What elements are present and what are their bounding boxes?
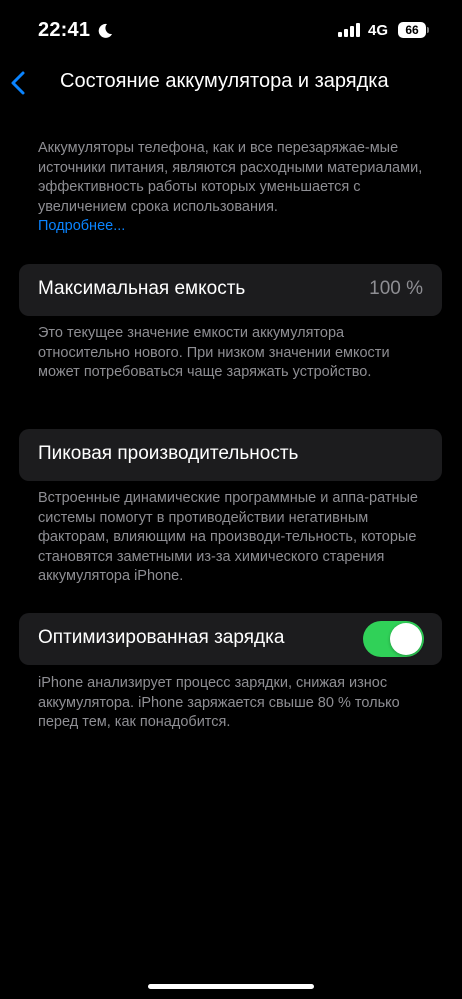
signal-icon bbox=[338, 23, 360, 37]
max-capacity-value: 100 % bbox=[369, 278, 423, 299]
max-capacity-row: Максимальная емкость 100 % bbox=[19, 264, 442, 316]
optimized-charging-footer: iPhone анализирует процесс зарядки, сниж… bbox=[38, 675, 400, 730]
optimized-charging-toggle[interactable] bbox=[363, 621, 424, 657]
intro-text: Аккумуляторы телефона, как и все перезар… bbox=[38, 140, 423, 215]
status-time: 22:41 bbox=[38, 19, 91, 41]
status-bar: 22:41 4G 66 bbox=[0, 0, 462, 60]
network-type: 4G bbox=[368, 22, 389, 39]
peak-performance-label: Пиковая производительность bbox=[38, 443, 299, 464]
optimized-charging-row: Оптимизированная зарядка bbox=[19, 613, 442, 665]
max-capacity-footer: Это текущее значение емкости аккумулятор… bbox=[38, 325, 390, 380]
learn-more-link[interactable]: Подробнее... bbox=[38, 217, 430, 237]
intro-description: Аккумуляторы телефона, как и все перезар… bbox=[38, 139, 430, 237]
max-capacity-label: Максимальная емкость bbox=[38, 278, 246, 299]
back-chevron-icon[interactable] bbox=[8, 70, 28, 96]
page-title: Состояние аккумулятора и зарядка bbox=[60, 70, 389, 92]
moon-icon bbox=[98, 23, 112, 38]
battery-tip bbox=[427, 27, 429, 33]
peak-performance-footer: Встроенные динамические программные и ап… bbox=[38, 490, 418, 584]
battery-icon: 66 bbox=[398, 22, 426, 38]
navigation-bar: Состояние аккумулятора и зарядка bbox=[0, 60, 462, 106]
peak-performance-row: Пиковая производительность bbox=[19, 429, 442, 481]
toggle-knob bbox=[390, 623, 422, 655]
optimized-charging-label: Оптимизированная зарядка bbox=[38, 627, 285, 648]
home-indicator[interactable] bbox=[148, 984, 314, 989]
